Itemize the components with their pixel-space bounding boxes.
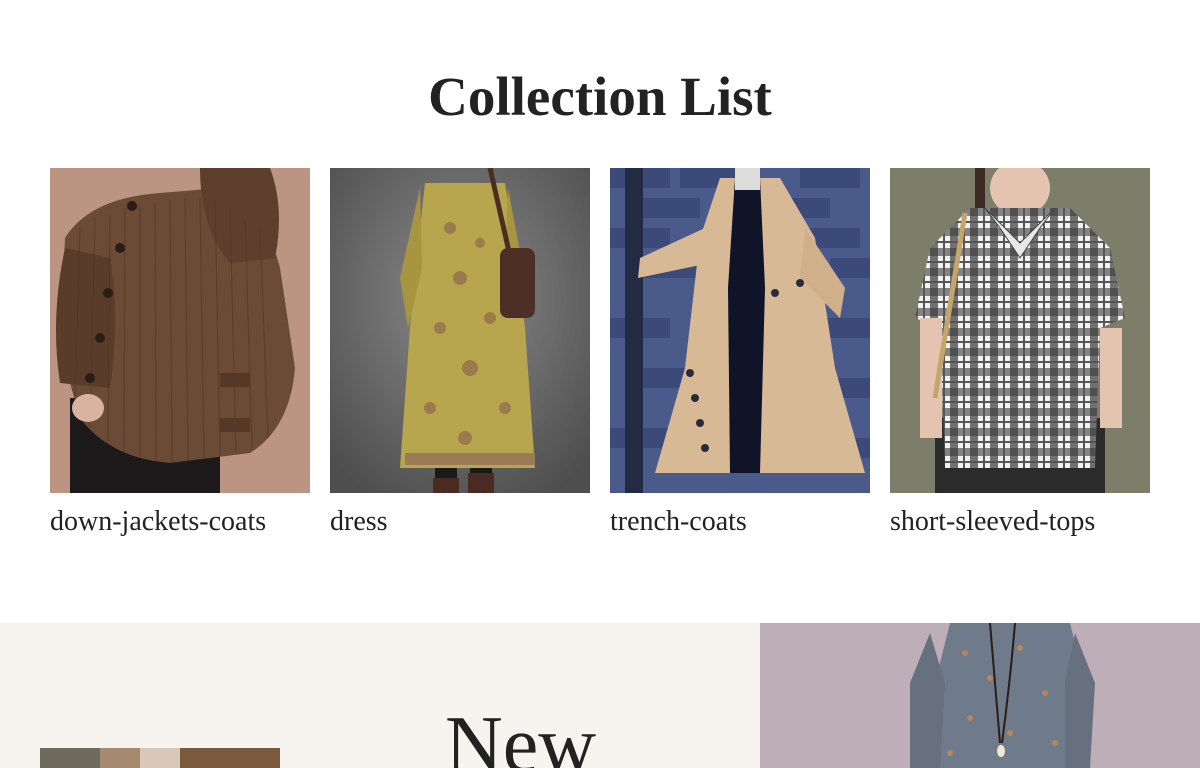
collection-card-dress[interactable]: dress	[330, 168, 590, 539]
collection-card-trench-coats[interactable]: trench-coats	[610, 168, 870, 539]
collection-label-trench-coats[interactable]: trench-coats	[610, 505, 870, 539]
new-arrivals-section: New	[0, 623, 1200, 768]
collection-card-short-sleeved-tops[interactable]: short-sleeved-tops	[890, 168, 1150, 539]
collection-image-dress[interactable]	[330, 168, 590, 493]
collection-label-short-sleeved-tops[interactable]: short-sleeved-tops	[890, 505, 1150, 539]
collection-image-down-jackets-coats[interactable]	[50, 168, 310, 493]
new-arrivals-title: New	[445, 701, 597, 768]
collection-list-section: Collection List down-jackets-coats dress…	[0, 0, 1200, 623]
new-arrivals-panel: New	[0, 623, 760, 768]
new-arrivals-feature-image[interactable]	[760, 623, 1200, 768]
collection-image-short-sleeved-tops[interactable]	[890, 168, 1150, 493]
collection-label-down-jackets-coats[interactable]: down-jackets-coats	[50, 505, 310, 539]
collection-label-dress[interactable]: dress	[330, 505, 590, 539]
collection-image-trench-coats[interactable]	[610, 168, 870, 493]
collection-card-down-jackets-coats[interactable]: down-jackets-coats	[50, 168, 310, 539]
new-arrivals-thumbnail[interactable]	[40, 748, 280, 768]
collection-list-title: Collection List	[428, 66, 772, 127]
